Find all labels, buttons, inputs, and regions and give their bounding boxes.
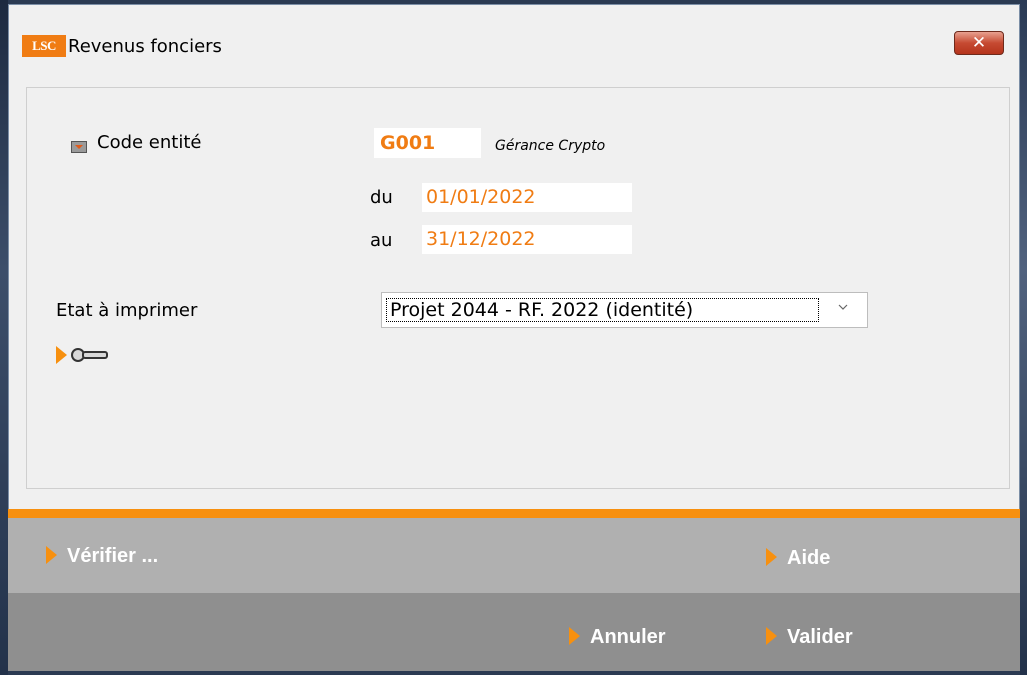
- au-date-field[interactable]: 31/12/2022: [422, 225, 632, 254]
- arrow-right-icon: [766, 626, 777, 645]
- verifier-label: Vérifier ...: [67, 545, 159, 567]
- etat-selected-value: Projet 2044 - RF. 2022 (identité): [386, 298, 819, 322]
- desktop-background-right: [1020, 0, 1027, 675]
- code-entite-label: Code entité: [97, 132, 202, 153]
- window-title: Revenus fonciers: [68, 36, 222, 57]
- valider-label: Valider: [787, 626, 853, 648]
- etat-select[interactable]: Projet 2044 - RF. 2022 (identité): [381, 292, 868, 328]
- title-bar: LSC Revenus fonciers ✕: [9, 5, 1019, 83]
- valider-button[interactable]: Valider: [766, 626, 853, 649]
- code-entite-field[interactable]: G001: [374, 128, 481, 158]
- close-button[interactable]: ✕: [954, 31, 1004, 55]
- etat-label: Etat à imprimer: [56, 300, 198, 321]
- annuler-label: Annuler: [590, 626, 666, 648]
- au-date-value: 31/12/2022: [426, 228, 536, 250]
- desktop-background-left: [0, 0, 8, 675]
- code-entite-value: G001: [380, 132, 436, 154]
- au-label: au: [370, 230, 393, 251]
- du-label: du: [370, 187, 393, 208]
- aide-label: Aide: [787, 547, 831, 569]
- key-icon[interactable]: [56, 344, 112, 366]
- du-date-field[interactable]: 01/01/2022: [422, 183, 632, 212]
- entity-lookup-icon[interactable]: [71, 141, 87, 153]
- arrow-right-icon: [569, 626, 580, 645]
- button-row-bottom: [8, 593, 1020, 671]
- verifier-button[interactable]: Vérifier ...: [46, 545, 158, 568]
- app-logo-icon: LSC: [22, 35, 66, 57]
- button-row-top: [8, 518, 1020, 593]
- annuler-button[interactable]: Annuler: [569, 626, 666, 649]
- entity-name: Gérance Crypto: [495, 138, 606, 154]
- arrow-right-icon: [766, 547, 777, 566]
- accent-separator: [8, 509, 1020, 518]
- du-date-value: 01/01/2022: [426, 186, 536, 208]
- chevron-down-icon: [838, 304, 848, 310]
- arrow-right-icon: [46, 545, 57, 564]
- aide-button[interactable]: Aide: [766, 547, 830, 570]
